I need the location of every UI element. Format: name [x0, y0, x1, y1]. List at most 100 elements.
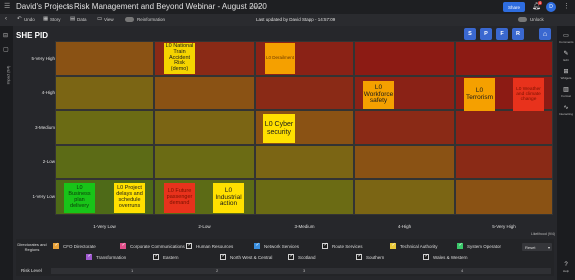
reinformation-toggle[interactable]	[125, 17, 134, 22]
pencil-icon: ✎	[563, 51, 569, 57]
risk-note[interactable]: L0 Future passenger demand	[164, 183, 195, 213]
filter-option[interactable]: CFO Directorate	[53, 242, 96, 249]
filter-label: Human Resources	[196, 243, 234, 249]
filter-option[interactable]: Corporate Communications	[120, 242, 185, 249]
home-button[interactable]: ⌂	[539, 28, 551, 40]
view-menu[interactable]: View	[104, 17, 114, 22]
avatar-initial: D	[549, 4, 553, 10]
filter-checkbox[interactable]	[120, 242, 126, 249]
view-button-s[interactable]: S	[464, 28, 476, 40]
comments-panel-button[interactable]: ▭ Comments	[559, 32, 574, 44]
toolbar: ‹ ↶ Undo ▦ Story ▤ Data ▭ View Reinforma…	[0, 14, 575, 26]
rail-label-edit: Edit	[563, 58, 569, 62]
reinformation-label: Reinformation	[137, 17, 166, 22]
filter-option[interactable]: Scotland	[288, 253, 316, 260]
rail-label-comments: Comments	[559, 40, 574, 44]
avatar[interactable]: D	[546, 2, 556, 12]
interacting-panel-button[interactable]: ∿ Interacting	[559, 104, 573, 116]
filter-option[interactable]: Human Resources	[186, 242, 234, 249]
risk-note[interactable]: L0 National Train Accident Risk (demo)	[164, 43, 195, 74]
filter-checkbox[interactable]	[423, 253, 429, 260]
story-menu[interactable]: Story	[50, 17, 61, 22]
data-icon[interactable]: ▤	[70, 16, 75, 22]
matrix-cell	[455, 179, 553, 215]
filter-option[interactable]: Network Services	[254, 242, 299, 249]
right-rail: ▭ Comments ✎ Edit ⊞ Widgets ▥ Format ∿ Intera…	[557, 26, 575, 280]
filter-option[interactable]: Wales & Western	[423, 253, 468, 260]
filter-checkbox[interactable]	[322, 242, 328, 249]
help-panel-button[interactable]: ? Help	[559, 262, 573, 273]
filter-option[interactable]: Route Services	[322, 242, 363, 249]
filter-checkbox[interactable]	[356, 253, 362, 260]
last-updated: Last updated by David Stapp - 14:57:09	[256, 17, 336, 22]
reset-button[interactable]: Reset ▾	[522, 243, 552, 251]
matrix-cell	[255, 76, 354, 110]
rail-label-widgets: Widgets	[560, 76, 572, 80]
risk-level-slider[interactable]: 1 2 3 4	[51, 268, 551, 274]
story-icon[interactable]: ▦	[43, 16, 48, 22]
matrix-cell	[455, 110, 553, 145]
filter-icon[interactable]: ⊟	[3, 32, 8, 39]
grid-menu-icon[interactable]: ☰	[4, 2, 12, 11]
undo-icon[interactable]: ↶	[17, 16, 22, 22]
risk-note[interactable]: L0 Workforce safety	[363, 81, 394, 109]
widgets-panel-button[interactable]: ⊞ Widgets	[559, 68, 573, 80]
risk-note[interactable]: L0 Business plan delivery	[64, 183, 95, 213]
risk-note[interactable]: L0 Weather and climate change	[513, 78, 544, 111]
edit-panel-button[interactable]: ✎ Edit	[559, 50, 573, 62]
data-menu[interactable]: Data	[77, 17, 87, 22]
filter-checkbox[interactable]	[288, 253, 294, 260]
unlock-toggle[interactable]	[518, 17, 527, 22]
view-icon[interactable]: ▭	[97, 16, 102, 22]
filter-option[interactable]: Technical Authority	[390, 242, 438, 249]
filter-checkbox[interactable]	[220, 253, 226, 260]
risk-note[interactable]: L0 Cyber security	[263, 114, 295, 143]
format-panel-button[interactable]: ▥ Format	[559, 86, 573, 98]
y-tick-label: 1-Very Low	[32, 194, 55, 199]
filter-option[interactable]: North West & Central	[220, 253, 272, 260]
version-badge[interactable]: Version 1	[249, 5, 264, 9]
apps-icon[interactable]: ⋮	[563, 2, 570, 10]
matrix-cell	[255, 179, 354, 215]
x-tick-label: 4-High	[397, 224, 412, 229]
x-tick-label: 2-Low	[198, 224, 211, 229]
comment-icon: ▭	[563, 33, 569, 39]
rail-label-help: Help	[562, 269, 570, 273]
filter-checkbox[interactable]	[457, 242, 463, 249]
matrix-cell	[354, 41, 455, 76]
risk-note[interactable]: L0 Terrorism	[464, 78, 495, 111]
filter-option[interactable]: Eastern	[153, 253, 179, 260]
collapse-icon[interactable]: ‹	[5, 16, 7, 22]
filter-label: Technical Authority	[400, 243, 438, 249]
filter-option[interactable]: Transformation	[86, 253, 126, 260]
filter-panel: Directorates and Regions CFO Directorate…	[16, 239, 554, 276]
matrix-cell	[354, 145, 455, 179]
reset-label: Reset	[525, 244, 536, 250]
risk-note[interactable]: L0 Derailment	[265, 43, 295, 74]
widgets-icon: ⊞	[563, 69, 569, 75]
pages-icon[interactable]: ▢	[3, 46, 9, 53]
rail-label-interacting: Interacting	[559, 112, 574, 116]
share-button[interactable]: Share	[503, 2, 525, 12]
risk-note[interactable]: L0 Industrial action	[213, 183, 244, 213]
risk-note[interactable]: L0 Project delays and schedule overruns	[114, 183, 145, 213]
view-button-p[interactable]: P	[480, 28, 492, 40]
filter-label: CFO Directorate	[63, 243, 96, 249]
undo-button[interactable]: Undo	[24, 17, 35, 22]
filter-checkbox[interactable]	[153, 253, 159, 260]
filter-option[interactable]: Southern	[356, 253, 384, 260]
share-label: Share	[507, 4, 520, 10]
filter-checkbox[interactable]	[53, 242, 59, 249]
filter-checkbox[interactable]	[186, 242, 192, 249]
filter-option[interactable]: System Operator	[457, 242, 501, 249]
filter-checkbox[interactable]	[86, 253, 92, 260]
filter-label: Wales & Western	[433, 254, 468, 260]
view-button-f[interactable]: F	[496, 28, 508, 40]
view-button-r[interactable]: R	[512, 28, 524, 40]
risk-level-4: 4	[461, 268, 464, 273]
matrix-cell	[154, 76, 255, 110]
filter-checkbox[interactable]	[254, 242, 260, 249]
y-tick-label: 5-Very High	[31, 55, 55, 61]
filter-checkbox[interactable]	[390, 242, 396, 249]
workspace-link[interactable]: David's Projects	[16, 2, 73, 11]
